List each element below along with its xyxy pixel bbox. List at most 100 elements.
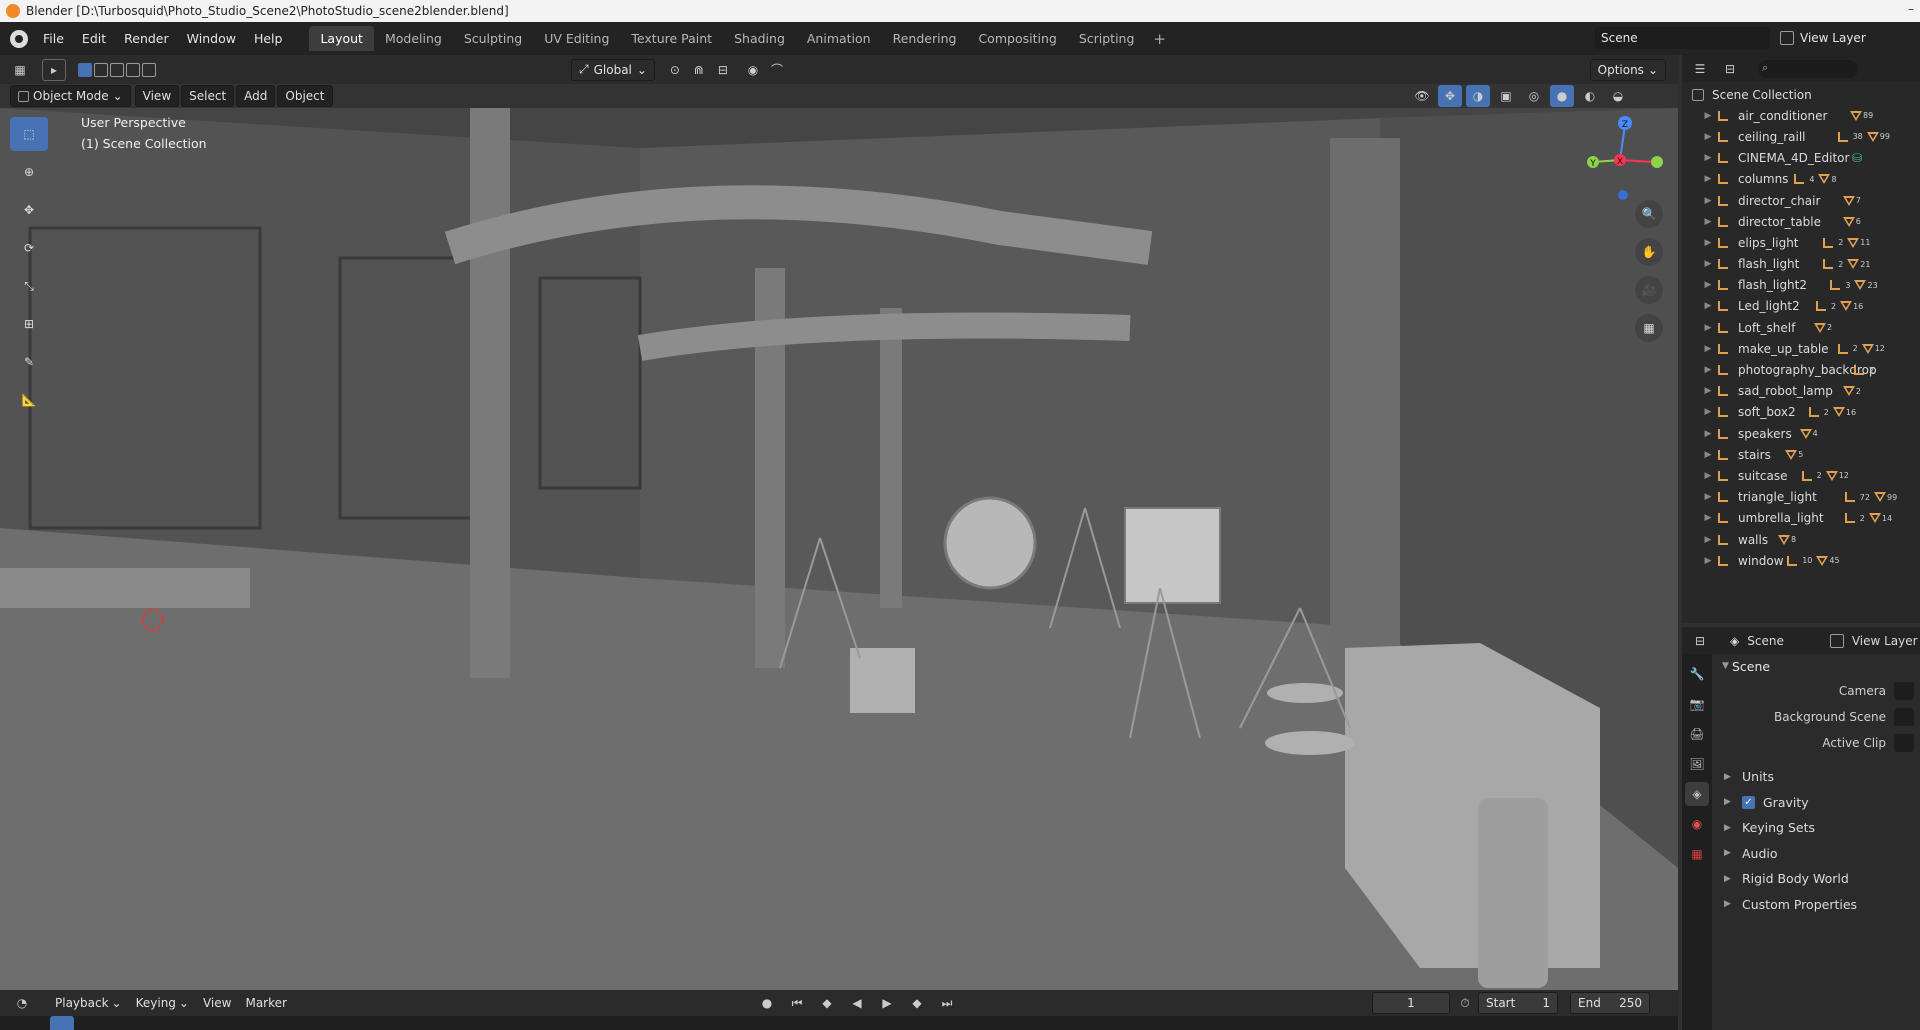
outliner-item[interactable]: ▶ Loft_shelf 2	[1682, 317, 1920, 338]
solid-shading-icon[interactable]: ●	[1550, 85, 1574, 107]
prev-keyframe-icon[interactable]: ◆	[815, 992, 839, 1014]
outliner-item[interactable]: ▶ flash_light 2 21	[1682, 254, 1920, 275]
mesh-data-icon[interactable]	[1799, 428, 1812, 440]
add-workspace-icon[interactable]: +	[1145, 30, 1174, 48]
properties-editor-icon[interactable]: ⊟	[1688, 630, 1712, 652]
outliner-item[interactable]: ▶ director_chair 7	[1682, 190, 1920, 211]
outliner-item[interactable]: ▶ stairs 5	[1682, 444, 1920, 465]
child-objects-icon[interactable]	[1852, 363, 1868, 377]
outliner-item[interactable]: ▶ ceiling_raill 38 99	[1682, 126, 1920, 147]
select-intersect-icon[interactable]	[142, 62, 156, 77]
outliner-item[interactable]: ▶ soft_box2 2 16	[1682, 402, 1920, 423]
child-objects-icon[interactable]	[1821, 236, 1837, 250]
tab-uv-editing[interactable]: UV Editing	[533, 26, 620, 51]
timeline-editor-icon[interactable]: ◔	[10, 992, 34, 1014]
zoom-icon[interactable]: 🔍	[1635, 200, 1663, 228]
select-new-icon[interactable]	[78, 62, 92, 77]
tool-tab-icon[interactable]: 🔧	[1685, 662, 1709, 686]
tab-animation[interactable]: Animation	[796, 26, 882, 51]
outliner-item[interactable]: ▶ photography_backdrop 2	[1682, 359, 1920, 380]
navigation-gizmo[interactable]: Z X Y	[1575, 110, 1665, 200]
expand-right-icon[interactable]: ▶	[1702, 259, 1714, 269]
scene-collection-row[interactable]: Scene Collection	[1682, 84, 1920, 105]
jump-start-icon[interactable]: ⏮	[785, 992, 809, 1014]
keying-sets-panel[interactable]: ▶ Keying Sets	[1714, 815, 1920, 841]
menu-view-timeline[interactable]: View	[195, 992, 239, 1014]
outliner-item[interactable]: ▶ sad_robot_lamp 2	[1682, 381, 1920, 402]
next-keyframe-icon[interactable]: ◆	[905, 992, 929, 1014]
tab-texture-paint[interactable]: Texture Paint	[620, 26, 723, 51]
start-frame-field[interactable]: Start 1	[1478, 992, 1558, 1014]
outliner-item[interactable]: ▶ suitcase 2 12	[1682, 465, 1920, 486]
audio-panel[interactable]: ▶ Audio	[1714, 841, 1920, 867]
tab-compositing[interactable]: Compositing	[967, 26, 1067, 51]
background-scene-field[interactable]	[1894, 708, 1914, 726]
custom-properties-panel[interactable]: ▶ Custom Properties	[1714, 892, 1920, 918]
material-shading-icon[interactable]: ◐	[1578, 85, 1602, 107]
expand-right-icon[interactable]: ▶	[1702, 111, 1714, 121]
tab-layout[interactable]: Layout	[309, 26, 374, 51]
outliner-search[interactable]: ⌕	[1758, 59, 1858, 78]
tab-sculpting[interactable]: Sculpting	[453, 26, 533, 51]
expand-right-icon[interactable]: ▶	[1702, 556, 1714, 566]
outliner-item[interactable]: ▶ window 10 45	[1682, 550, 1920, 571]
display-mode-icon[interactable]: ⊟	[1718, 58, 1742, 80]
child-objects-icon[interactable]	[1785, 554, 1801, 568]
mesh-data-icon[interactable]	[1866, 131, 1879, 143]
tab-scripting[interactable]: Scripting	[1068, 26, 1146, 51]
gizmo-toggle-icon[interactable]: ✥	[1438, 85, 1462, 107]
timeline-ruler[interactable]	[0, 1016, 1678, 1030]
child-objects-icon[interactable]	[1807, 405, 1823, 419]
mesh-data-icon[interactable]	[1854, 279, 1867, 291]
outliner-item[interactable]: ▶ walls 8	[1682, 529, 1920, 550]
select-box-tool-icon[interactable]: ⬚	[10, 117, 48, 151]
wireframe-shading-icon[interactable]: ◎	[1522, 85, 1546, 107]
expand-right-icon[interactable]: ▶	[1702, 471, 1714, 481]
menu-edit[interactable]: Edit	[73, 31, 115, 46]
tab-modeling[interactable]: Modeling	[374, 26, 453, 51]
expand-right-icon[interactable]: ▶	[1702, 301, 1714, 311]
mode-dropdown[interactable]: Object Mode ⌄	[10, 85, 131, 107]
options-dropdown[interactable]: Options ⌄	[1589, 58, 1666, 81]
properties-scene-label[interactable]: Scene	[1747, 634, 1784, 648]
expand-right-icon[interactable]: ▶	[1702, 174, 1714, 184]
tab-rendering[interactable]: Rendering	[882, 26, 968, 51]
current-frame-field[interactable]: 1	[1372, 992, 1450, 1014]
outliner-item[interactable]: ▶ Led_light2 2 16	[1682, 296, 1920, 317]
mesh-data-icon[interactable]	[1842, 195, 1855, 207]
expand-right-icon[interactable]: ▶	[1702, 217, 1714, 227]
menu-help[interactable]: Help	[245, 31, 292, 46]
mesh-data-icon[interactable]	[1868, 512, 1881, 524]
units-panel[interactable]: ▶ Units	[1714, 764, 1920, 790]
scene-panel-header[interactable]: ▼ Scene	[1714, 654, 1920, 678]
world-tab-icon[interactable]: ◉	[1685, 812, 1709, 836]
rotate-tool-icon[interactable]: ⟳	[10, 231, 48, 265]
mesh-data-icon[interactable]	[1850, 110, 1862, 122]
expand-right-icon[interactable]: ▶	[1702, 323, 1714, 333]
active-clip-field[interactable]	[1894, 734, 1914, 752]
camera-field[interactable]	[1894, 682, 1914, 700]
camera-view-icon[interactable]: 🎥	[1635, 276, 1663, 304]
snap-icon[interactable]: ⋒	[687, 59, 711, 81]
expand-right-icon[interactable]: ▶	[1702, 280, 1714, 290]
proportional-edit-icon[interactable]: ◉	[741, 59, 765, 81]
child-objects-icon[interactable]	[1792, 172, 1808, 186]
output-tab-icon[interactable]: 🖨	[1685, 722, 1709, 746]
visibility-icon[interactable]: 👁	[1410, 85, 1434, 107]
gravity-panel[interactable]: ▶ ✓ Gravity	[1714, 790, 1920, 816]
outliner-item[interactable]: ▶ elips_light 2 11	[1682, 232, 1920, 253]
falloff-icon[interactable]: ⌒	[765, 59, 789, 81]
menu-render[interactable]: Render	[115, 31, 178, 46]
child-objects-icon[interactable]	[1836, 342, 1852, 356]
outliner-item[interactable]: ▶ umbrella_light 2 14	[1682, 508, 1920, 529]
mesh-data-icon[interactable]	[1873, 491, 1886, 503]
move-tool-icon[interactable]: ✥	[10, 193, 48, 227]
outliner-item[interactable]: ▶ columns 4 8	[1682, 169, 1920, 190]
child-objects-icon[interactable]	[1843, 511, 1859, 525]
menu-file[interactable]: File	[34, 31, 73, 46]
clock-icon[interactable]: ⏱	[1453, 992, 1477, 1014]
blender-menu-icon[interactable]	[10, 29, 28, 48]
outliner-item[interactable]: ▶ speakers 4	[1682, 423, 1920, 444]
menu-marker[interactable]: Marker	[238, 992, 294, 1014]
mesh-data-icon[interactable]	[1814, 322, 1826, 334]
